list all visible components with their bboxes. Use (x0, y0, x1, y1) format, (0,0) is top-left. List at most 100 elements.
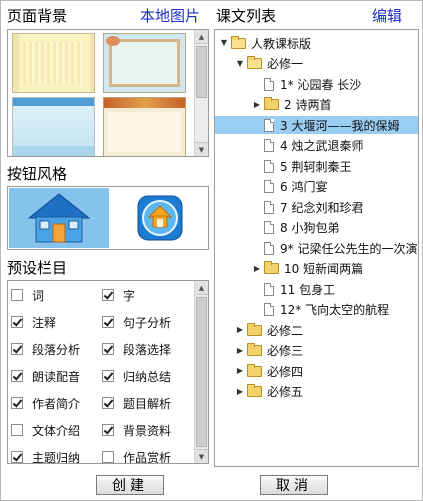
preset-checkbox[interactable] (102, 289, 114, 301)
preset-checkbox[interactable] (102, 316, 114, 328)
preset-option[interactable]: 朗读配音 (11, 366, 80, 386)
preset-option[interactable]: 背景资料 (102, 420, 171, 440)
preset-checkbox[interactable] (11, 451, 23, 463)
preset-checkbox[interactable] (102, 397, 114, 409)
tree-node-label: 9* 记梁任公先生的一次演讲 (280, 241, 419, 256)
tree-folder-node[interactable]: ▼ 必修一 (235, 55, 303, 73)
preset-option[interactable]: 作品赏析 (102, 447, 171, 463)
tree-node-label: 5 荆轲刺秦王 (280, 159, 352, 174)
collapsed-triangle-icon[interactable]: ▶ (252, 260, 262, 278)
scrollbar-thumb[interactable] (196, 46, 207, 98)
preset-checkbox[interactable] (102, 343, 114, 355)
tree-node-label: 必修四 (267, 364, 304, 379)
background-thumbnail[interactable] (103, 33, 186, 93)
tree-lesson-node[interactable]: 3 大堰河——我的保姆 (215, 116, 418, 134)
document-icon (264, 77, 274, 91)
preset-option-label: 作者简介 (32, 396, 81, 411)
tree-node-label: 11 包身工 (280, 282, 336, 297)
background-scrollbar[interactable]: ▲ ▼ (194, 30, 208, 156)
preset-option[interactable]: 主题归纳 (11, 447, 80, 463)
tree-lesson-node[interactable]: 5 荆轲刺秦王 (252, 157, 351, 175)
preset-option[interactable]: 注释 (11, 312, 56, 332)
preset-checkbox[interactable] (11, 397, 23, 409)
home-button-icon (137, 195, 183, 241)
scroll-up-arrow-icon[interactable]: ▲ (195, 30, 208, 44)
tree-lesson-node[interactable]: 4 烛之武退秦师 (252, 137, 363, 155)
preset-checkbox[interactable] (102, 424, 114, 436)
tree-lesson-node[interactable]: 8 小狗包弟 (252, 219, 339, 237)
preset-option[interactable]: 词 (11, 285, 44, 305)
tree-lesson-node[interactable]: 7 纪念刘和珍君 (252, 198, 363, 216)
scroll-down-arrow-icon[interactable]: ▼ (195, 449, 208, 463)
background-thumbnail[interactable] (12, 33, 95, 93)
preset-checkbox[interactable] (102, 370, 114, 382)
preset-option-label: 文体介绍 (32, 423, 81, 438)
tree-node-label: 12* 飞向太空的航程 (280, 303, 390, 317)
local-image-link[interactable]: 本地图片 (140, 5, 200, 26)
tree-node-label: 必修三 (267, 344, 304, 358)
expanded-triangle-icon[interactable]: ▼ (219, 34, 229, 52)
preset-option[interactable]: 段落分析 (11, 339, 80, 359)
tree-folder-node[interactable]: ▶ 必修五 (235, 383, 303, 401)
create-button[interactable]: 创建 (96, 475, 164, 495)
collapsed-triangle-icon[interactable]: ▶ (235, 362, 245, 380)
document-icon (264, 118, 274, 132)
preset-option[interactable]: 作者简介 (11, 393, 80, 413)
tree-node-label: 必修五 (267, 385, 304, 399)
scroll-up-arrow-icon[interactable]: ▲ (195, 281, 208, 295)
tree-lesson-node[interactable]: 1* 沁园春 长沙 (252, 75, 361, 93)
preset-option-label: 注释 (32, 315, 57, 330)
tree-node-label: 10 短新闻两篇 (284, 262, 364, 276)
preset-checkbox[interactable] (11, 316, 23, 328)
collapsed-triangle-icon[interactable]: ▶ (235, 342, 245, 360)
tree-lesson-node[interactable]: 12* 飞向太空的航程 (252, 301, 389, 319)
lesson-tree: ▼ 人教课标版 ▼ 必修一 1* 沁园春 长沙 ▶ 2 诗两首 3 大堰河——我的保姆 4 烛之… (214, 29, 419, 467)
scrollbar-thumb[interactable] (196, 297, 207, 447)
tree-folder-node[interactable]: ▶ 必修二 (235, 321, 303, 339)
folder-icon (247, 343, 262, 356)
preset-option-label: 归纳总结 (123, 369, 172, 384)
preset-checkbox[interactable] (102, 451, 114, 463)
document-icon (264, 303, 274, 316)
round-home-style-option[interactable] (109, 188, 209, 248)
collapsed-triangle-icon[interactable]: ▶ (235, 383, 245, 401)
preset-option[interactable]: 题目解析 (102, 393, 171, 413)
preset-option-label: 背景资料 (123, 423, 172, 438)
tree-folder-node[interactable]: ▶ 必修三 (235, 342, 303, 360)
tree-lesson-node[interactable]: 11 包身工 (252, 280, 335, 298)
preset-option[interactable]: 归纳总结 (102, 366, 171, 386)
background-thumbnail[interactable] (12, 97, 95, 156)
edit-link[interactable]: 编辑 (372, 5, 402, 26)
document-icon (264, 159, 274, 173)
background-thumbnail[interactable] (103, 97, 186, 156)
cancel-button[interactable]: 取消 (260, 475, 328, 495)
preset-checkbox[interactable] (11, 343, 23, 355)
document-icon (264, 221, 274, 234)
preset-checkbox[interactable] (11, 424, 23, 436)
preset-option[interactable]: 句子分析 (102, 312, 171, 332)
preset-option[interactable]: 文体介绍 (11, 420, 80, 440)
preset-option[interactable]: 字 (102, 285, 135, 305)
house-icon (27, 193, 91, 243)
tree-folder-node[interactable]: ▼ 人教课标版 (219, 34, 311, 52)
tree-lesson-node[interactable]: 6 鸿门宴 (252, 178, 327, 196)
expanded-triangle-icon[interactable]: ▼ (235, 55, 245, 73)
folder-icon (247, 363, 262, 377)
scroll-down-arrow-icon[interactable]: ▼ (195, 142, 208, 156)
collapsed-triangle-icon[interactable]: ▶ (235, 321, 245, 339)
document-icon (264, 200, 274, 214)
preset-option[interactable]: 段落选择 (102, 339, 171, 359)
tree-folder-node[interactable]: ▶ 必修四 (235, 362, 303, 380)
preset-checkbox[interactable] (11, 289, 23, 301)
tree-folder-node[interactable]: ▶ 2 诗两首 (252, 96, 331, 114)
tree-node-label: 2 诗两首 (284, 98, 332, 112)
preset-checkbox[interactable] (11, 370, 23, 382)
tree-folder-node[interactable]: ▶ 10 短新闻两篇 (252, 260, 363, 278)
tree-lesson-node[interactable]: 9* 记梁任公先生的一次演讲 (252, 239, 419, 257)
house-style-option[interactable] (9, 188, 109, 248)
collapsed-triangle-icon[interactable]: ▶ (252, 96, 262, 114)
preset-scrollbar[interactable]: ▲ ▼ (194, 281, 208, 463)
